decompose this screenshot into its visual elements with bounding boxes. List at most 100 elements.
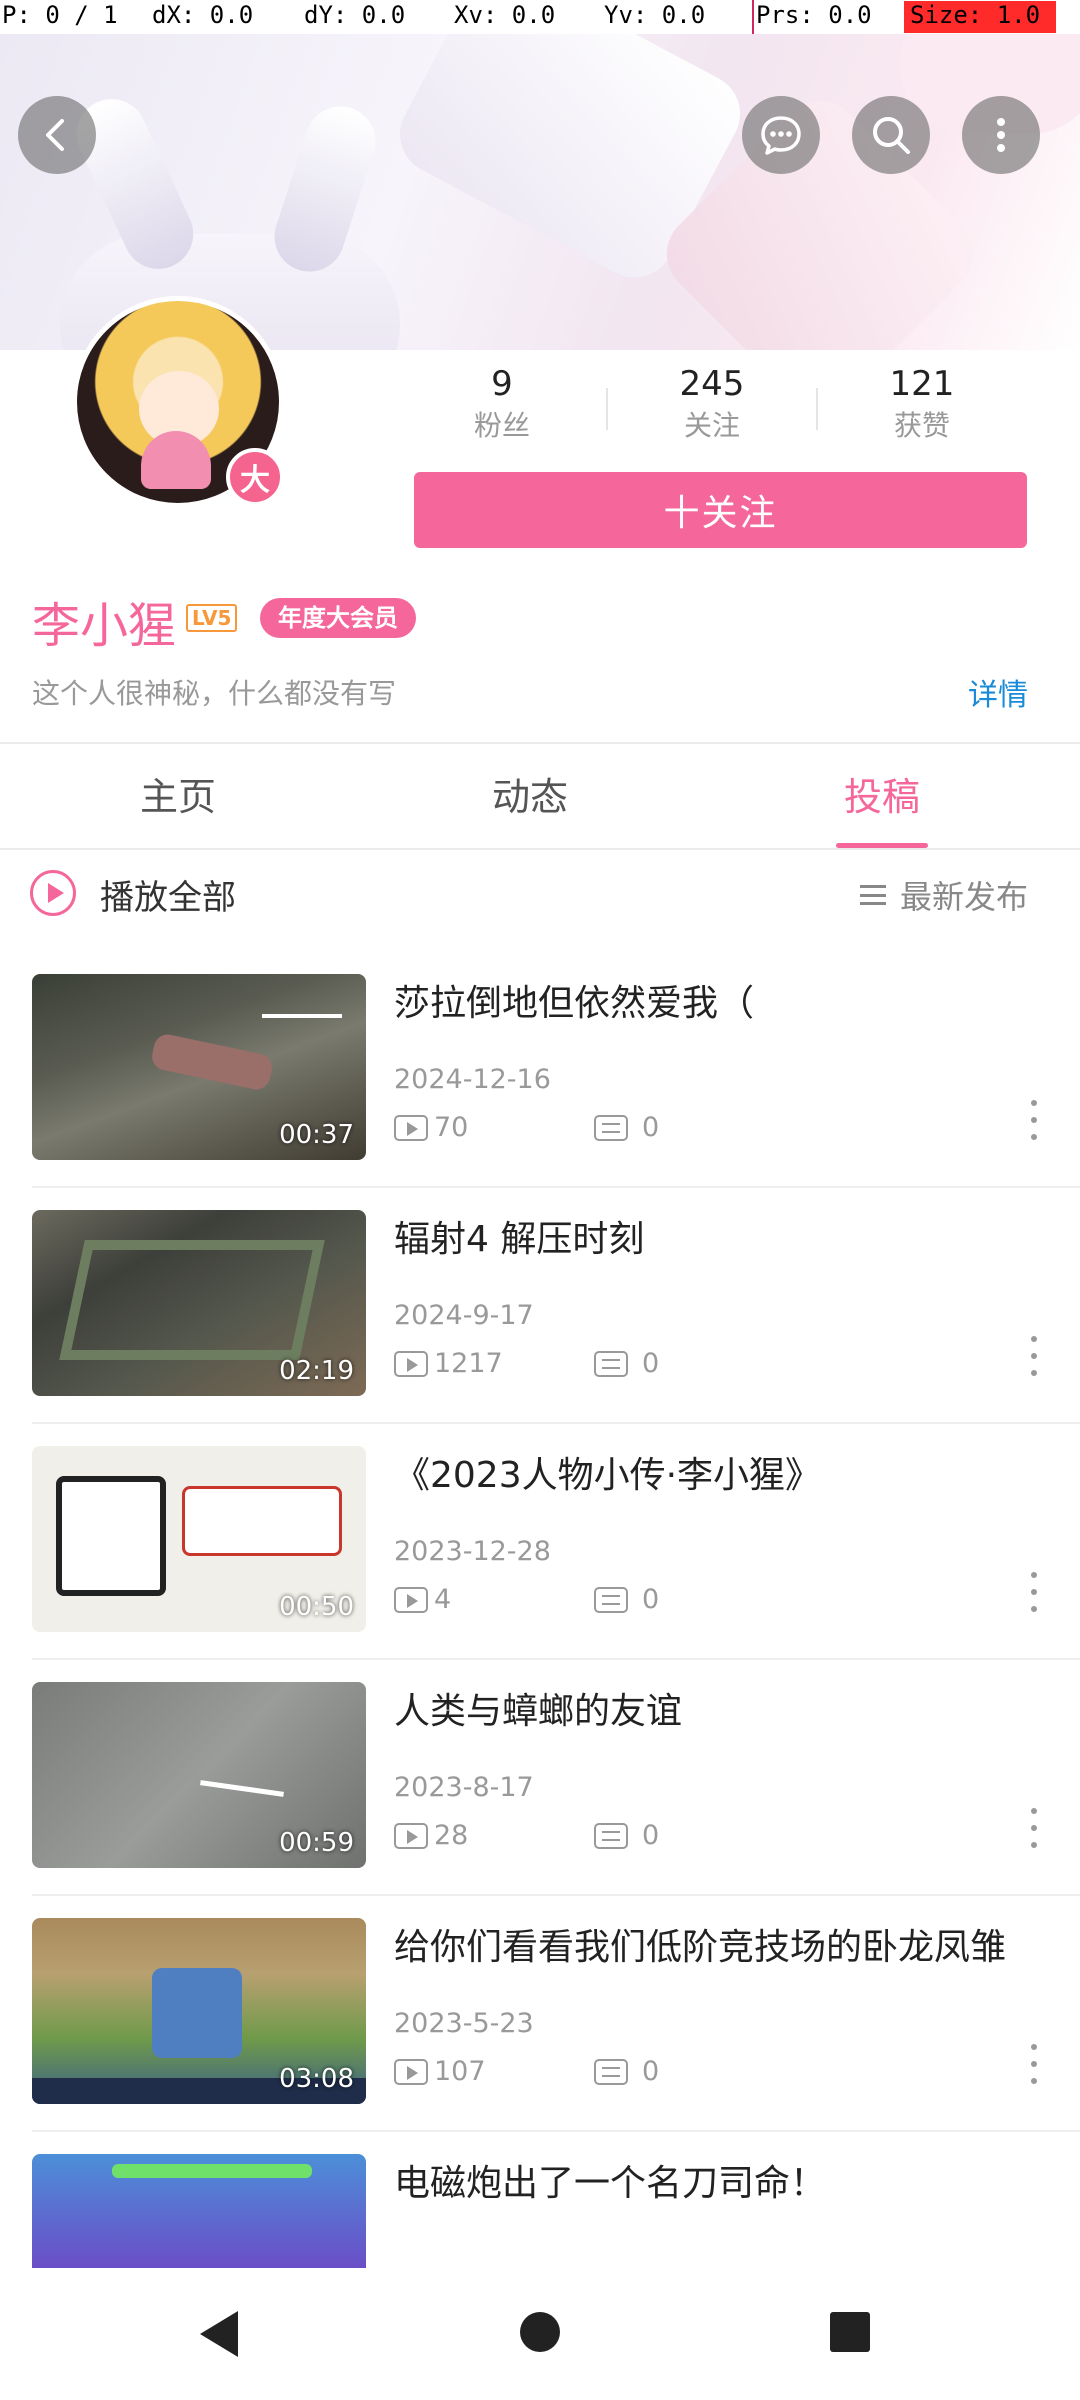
video-duration: 00:59 xyxy=(279,1828,354,1858)
nav-home-icon[interactable] xyxy=(520,2312,560,2352)
stat-likes[interactable]: 121 获赞 xyxy=(842,362,1002,446)
bio-text: 这个人很神秘，什么都没有写 xyxy=(32,677,397,710)
search-icon xyxy=(873,117,910,154)
video-title: 莎拉倒地但依然爱我（ xyxy=(394,983,755,1024)
video-comments-value: 0 xyxy=(642,1584,660,1615)
search-button[interactable] xyxy=(852,96,930,174)
divider xyxy=(0,848,1080,850)
vip-tag[interactable]: 年度大会员 xyxy=(260,598,416,638)
video-comments: 0 xyxy=(594,1348,659,1379)
stat-divider xyxy=(606,388,608,430)
play-all-button[interactable]: 播放全部 xyxy=(100,870,236,919)
video-thumbnail[interactable]: 03:08 xyxy=(32,1918,366,2104)
play-count-icon xyxy=(394,1822,428,1849)
more-options-button[interactable] xyxy=(962,96,1040,174)
video-views-value: 107 xyxy=(434,2056,486,2087)
stat-fans[interactable]: 9 粉丝 xyxy=(422,362,582,446)
comment-icon xyxy=(594,2058,628,2085)
video-date: 2024-12-16 xyxy=(394,1064,551,1095)
video-item[interactable]: 02:19 辐射4 解压时刻 2024-9-17 1217 0 xyxy=(0,1188,1080,1424)
back-button[interactable] xyxy=(18,96,96,174)
video-views-value: 28 xyxy=(434,1820,469,1851)
video-more-button[interactable] xyxy=(1030,1572,1038,1612)
stat-likes-label: 获赞 xyxy=(893,409,950,442)
video-date: 2023-8-17 xyxy=(394,1772,534,1803)
stat-divider xyxy=(816,388,818,430)
video-views: 1217 xyxy=(394,1348,503,1379)
sort-label: 最新发布 xyxy=(899,878,1028,916)
vip-badge: 大 xyxy=(226,448,284,506)
stat-following-label: 关注 xyxy=(683,409,740,442)
follow-button[interactable]: 十关注 xyxy=(414,472,1027,548)
tab-home[interactable]: 主页 xyxy=(78,766,278,821)
video-thumbnail[interactable]: 00:37 xyxy=(32,974,366,1160)
debug-dx: dX: 0.0 xyxy=(152,1,254,29)
video-thumbnail[interactable]: 00:50 xyxy=(32,1446,366,1632)
stat-following-value: 245 xyxy=(679,364,745,404)
video-title: 给你们看看我们低阶竞技场的卧龙凤雏 xyxy=(394,1927,1007,1968)
sort-lines-icon xyxy=(859,885,886,905)
video-views-value: 70 xyxy=(434,1112,469,1143)
tab-dynamics[interactable]: 动态 xyxy=(430,766,630,821)
debug-xv: Xv: 0.0 xyxy=(454,1,556,29)
video-views-value: 1217 xyxy=(434,1348,503,1379)
video-comments: 0 xyxy=(594,1584,659,1615)
play-circle-icon[interactable] xyxy=(30,870,76,916)
nav-back-icon[interactable] xyxy=(200,2311,238,2357)
debug-separator xyxy=(752,0,754,34)
sort-button[interactable]: 最新发布 xyxy=(859,872,1028,918)
debug-dy: dY: 0.0 xyxy=(304,1,406,29)
video-more-button[interactable] xyxy=(1030,1808,1038,1848)
video-comments-value: 0 xyxy=(642,2056,660,2087)
video-item[interactable]: 电磁炮出了一个名刀司命！ xyxy=(0,2132,1080,2268)
video-thumbnail[interactable]: 02:19 xyxy=(32,1210,366,1396)
message-button[interactable] xyxy=(742,96,820,174)
stat-likes-value: 121 xyxy=(889,364,955,404)
video-views-value: 4 xyxy=(434,1584,452,1615)
chevron-left-icon xyxy=(46,119,64,151)
video-duration: 03:08 xyxy=(279,2064,354,2094)
more-vertical-icon xyxy=(997,118,1005,152)
video-more-button[interactable] xyxy=(1030,2044,1038,2084)
tab-uploads[interactable]: 投稿 xyxy=(782,766,982,821)
video-duration: 02:19 xyxy=(279,1356,354,1386)
video-title: 电磁炮出了一个名刀司命！ xyxy=(394,2163,827,2204)
video-more-button[interactable] xyxy=(1030,1336,1038,1376)
video-views: 28 xyxy=(394,1820,468,1851)
video-title: 辐射4 解压时刻 xyxy=(394,1219,645,1260)
video-duration: 00:50 xyxy=(279,1592,354,1622)
system-navigation-bar xyxy=(0,2268,1080,2400)
stat-fans-label: 粉丝 xyxy=(473,409,530,442)
username: 李小猩 xyxy=(32,598,177,654)
video-item[interactable]: 00:59 人类与蟑螂的友谊 2023-8-17 28 0 xyxy=(0,1660,1080,1896)
comment-icon xyxy=(594,1822,628,1849)
video-duration: 00:37 xyxy=(279,1120,354,1150)
video-comments-value: 0 xyxy=(642,1112,660,1143)
video-title: 人类与蟑螂的友谊 xyxy=(394,1691,683,1732)
comment-icon xyxy=(594,1586,628,1613)
debug-yv: Yv: 0.0 xyxy=(604,1,706,29)
play-count-icon xyxy=(394,1114,428,1141)
debug-pointer: P: 0 / 1 xyxy=(2,1,118,29)
video-comments: 0 xyxy=(594,1820,659,1851)
video-comments-value: 0 xyxy=(642,1348,660,1379)
detail-link[interactable]: 详情 xyxy=(968,670,1028,714)
video-item[interactable]: 00:37 莎拉倒地但依然爱我（ 2024-12-16 70 0 xyxy=(0,952,1080,1188)
level-badge: LV5 xyxy=(186,604,238,632)
video-title: 《2023人物小传·李小猩》 xyxy=(394,1455,822,1496)
video-more-button[interactable] xyxy=(1030,1100,1038,1140)
video-views: 107 xyxy=(394,2056,486,2087)
debug-size: Size: 1.0 xyxy=(904,1,1056,33)
stat-following[interactable]: 245 关注 xyxy=(632,362,792,446)
video-item[interactable]: 03:08 给你们看看我们低阶竞技场的卧龙凤雏 2023-5-23 107 0 xyxy=(0,1896,1080,2132)
video-views: 4 xyxy=(394,1584,451,1615)
video-item[interactable]: 00:50 《2023人物小传·李小猩》 2023-12-28 4 0 xyxy=(0,1424,1080,1660)
play-count-icon xyxy=(394,1350,428,1377)
video-date: 2024-9-17 xyxy=(394,1300,534,1331)
play-count-icon xyxy=(394,1586,428,1613)
video-thumbnail[interactable]: 00:59 xyxy=(32,1682,366,1868)
nav-recents-icon[interactable] xyxy=(830,2312,870,2352)
play-count-icon xyxy=(394,2058,428,2085)
video-thumbnail[interactable] xyxy=(32,2154,366,2268)
debug-prs: Prs: 0.0 xyxy=(756,1,872,29)
